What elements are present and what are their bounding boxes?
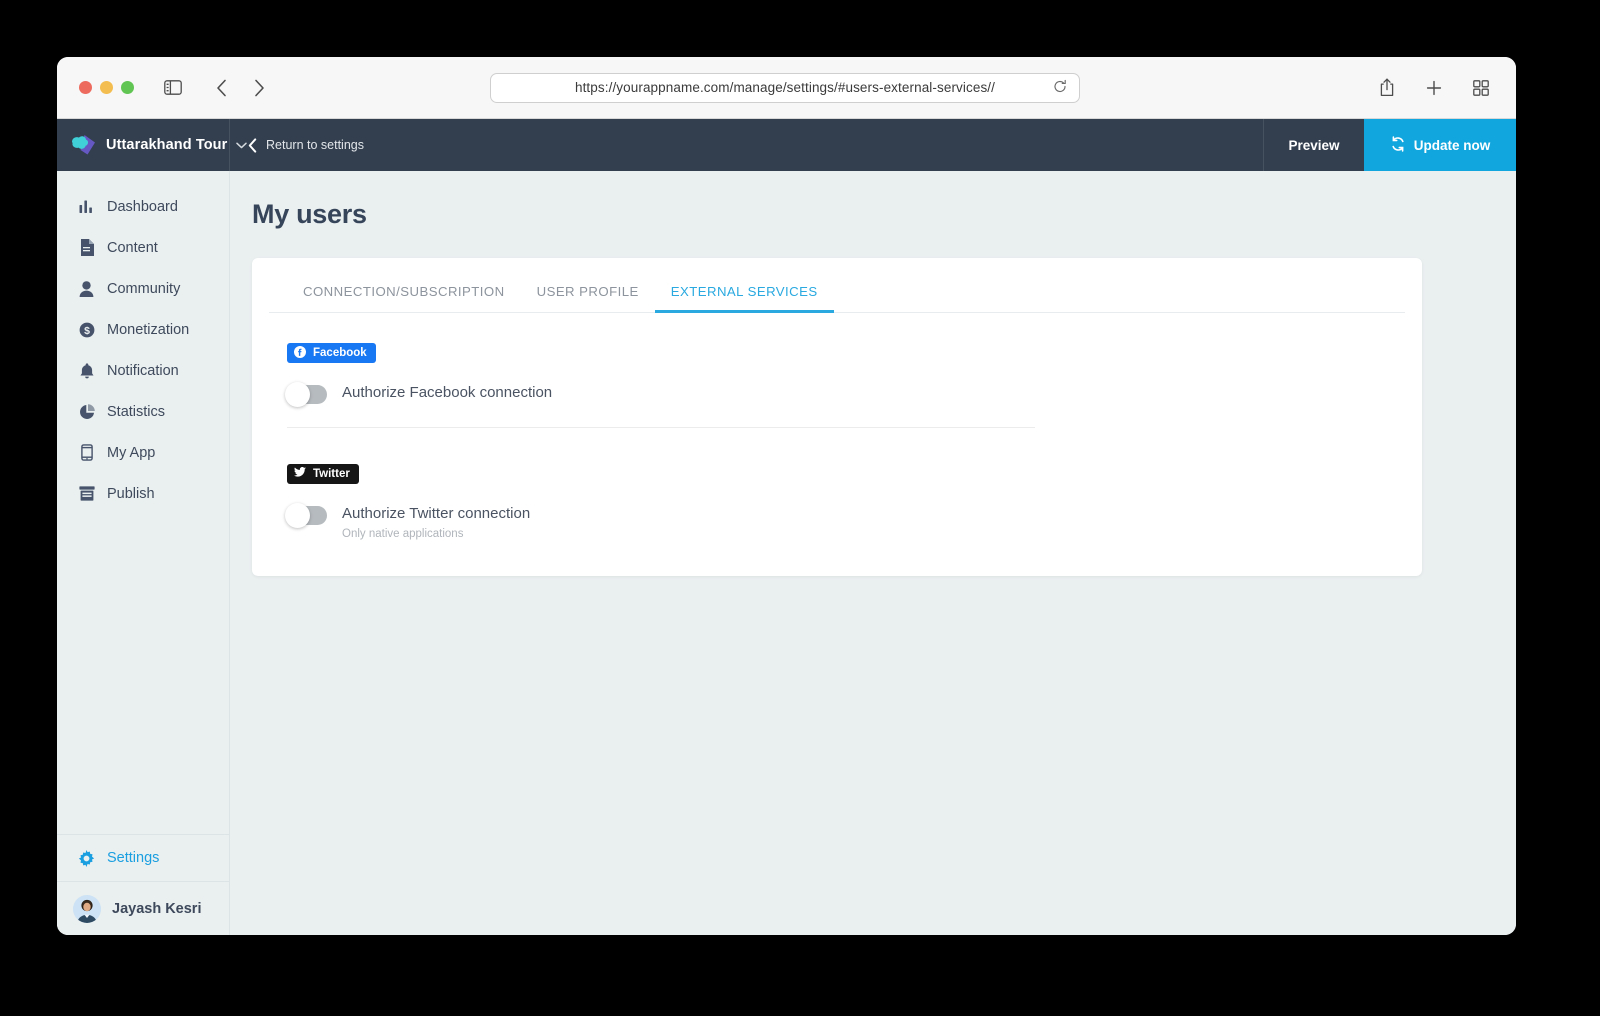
update-now-button[interactable]: Update now [1364,119,1516,171]
tab-user-profile[interactable]: USER PROFILE [521,284,655,312]
store-icon [78,485,95,502]
address-bar-container: https://yourappname.com/manage/settings/… [490,72,1080,103]
sidebar-user-name: Jayash Kesri [112,900,202,917]
sidebar-toggle-icon[interactable] [160,75,186,101]
sidebar-item-content[interactable]: Content [57,227,229,268]
forward-chevron-icon[interactable] [246,75,272,101]
return-to-settings-link[interactable]: Return to settings [230,119,1263,171]
facebook-texts: Authorize Facebook connection [342,383,552,401]
preview-label: Preview [1288,137,1340,153]
update-now-label: Update now [1413,137,1491,153]
back-chevron-icon[interactable] [208,75,234,101]
brand-name-label: Uttarakhand Tour [106,137,228,153]
twitter-authorize-label: Authorize Twitter connection [342,505,531,522]
twitter-authorize-toggle[interactable] [285,503,327,528]
sidebar-item-label: Monetization [107,321,190,338]
card-body: Facebook Authorize Facebook connection T… [252,313,1422,576]
back-chevron-icon [248,137,257,153]
app-body: Dashboard Content Community $ Monetizati… [57,171,1516,935]
bar-chart-icon [78,198,95,215]
sidebar-item-monetization[interactable]: $ Monetization [57,309,229,350]
tab-label: CONNECTION/SUBSCRIPTION [303,284,505,299]
sidebar-item-community[interactable]: Community [57,268,229,309]
external-services-card: CONNECTION/SUBSCRIPTION USER PROFILE EXT… [252,258,1422,576]
tab-label: USER PROFILE [536,284,639,299]
facebook-service-section: Facebook Authorize Facebook connection [285,343,1387,428]
tab-label: EXTERNAL SERVICES [670,284,818,299]
bell-icon [78,362,95,379]
facebook-icon [294,345,306,361]
window-controls [79,81,134,94]
sidebar-bottom: Settings Jayash Kesri [57,834,229,935]
document-icon [78,239,95,256]
sidebar-item-label: Settings [107,850,160,866]
sidebar-item-label: Content [107,239,158,256]
facebook-badge[interactable]: Facebook [287,343,376,363]
page-title: My users [252,199,367,229]
sidebar-item-label: Notification [107,362,179,379]
url-text: https://yourappname.com/manage/settings/… [574,80,996,95]
refresh-icon [1390,135,1406,155]
sidebar-item-label: Statistics [107,403,166,420]
svg-text:$: $ [84,324,90,336]
minimize-window-button[interactable] [100,81,113,94]
facebook-badge-label: Facebook [313,347,367,359]
twitter-authorize-row: Authorize Twitter connection Only native… [285,503,1387,540]
sidebar-item-notification[interactable]: Notification [57,350,229,391]
sidebar: Dashboard Content Community $ Monetizati… [57,171,230,935]
twitter-texts: Authorize Twitter connection Only native… [342,504,530,540]
twitter-badge-label: Twitter [313,468,350,480]
app-logo-icon [70,133,97,157]
close-window-button[interactable] [79,81,92,94]
pie-chart-icon [78,403,95,420]
sidebar-item-publish[interactable]: Publish [57,473,229,514]
tab-bar: CONNECTION/SUBSCRIPTION USER PROFILE EXT… [269,258,1405,313]
share-icon[interactable] [1374,75,1400,101]
sidebar-item-statistics[interactable]: Statistics [57,391,229,432]
sidebar-item-label: Publish [107,485,155,502]
preview-button[interactable]: Preview [1263,119,1364,171]
maximize-window-button[interactable] [121,81,134,94]
gear-icon [78,849,95,867]
browser-toolbar: https://yourappname.com/manage/settings/… [57,57,1516,119]
sidebar-item-label: Community [107,280,181,297]
facebook-authorize-label: Authorize Facebook connection [342,384,553,401]
browser-actions [1374,75,1494,101]
tab-overview-icon[interactable] [1468,75,1494,101]
avatar [73,894,101,923]
phone-icon [78,444,95,461]
dollar-circle-icon: $ [78,321,95,338]
facebook-authorize-toggle[interactable] [285,382,327,407]
person-icon [78,280,95,297]
toggle-knob [285,503,310,528]
reload-icon[interactable] [1053,79,1067,96]
sidebar-item-label: Dashboard [107,198,178,215]
app-top-bar: Uttarakhand Tour Return to settings Prev… [57,119,1516,171]
toggle-knob [285,382,310,407]
sidebar-user-item[interactable]: Jayash Kesri [57,882,229,935]
browser-window: https://yourappname.com/manage/settings/… [57,57,1516,935]
tab-connection-subscription[interactable]: CONNECTION/SUBSCRIPTION [287,284,521,312]
sidebar-nav-list: Dashboard Content Community $ Monetizati… [57,171,229,834]
twitter-badge[interactable]: Twitter [287,464,359,484]
twitter-authorize-sublabel: Only native applications [342,528,464,540]
address-bar[interactable]: https://yourappname.com/manage/settings/… [490,72,1080,103]
facebook-authorize-row: Authorize Facebook connection [285,382,1387,407]
brand-selector[interactable]: Uttarakhand Tour [57,119,248,171]
sidebar-item-label: My App [107,444,156,461]
plus-icon[interactable] [1421,75,1447,101]
sidebar-item-my-app[interactable]: My App [57,432,229,473]
tab-external-services[interactable]: EXTERNAL SERVICES [654,284,834,313]
navigation-arrows [208,75,272,101]
return-to-settings-label: Return to settings [266,138,364,152]
twitter-icon [294,466,306,481]
sidebar-item-settings[interactable]: Settings [57,835,229,882]
sidebar-item-dashboard[interactable]: Dashboard [57,186,229,227]
twitter-service-section: Twitter Authorize Twitter connection Onl… [285,464,1387,540]
main-content: My users CONNECTION/SUBSCRIPTION USER PR… [230,171,1516,935]
